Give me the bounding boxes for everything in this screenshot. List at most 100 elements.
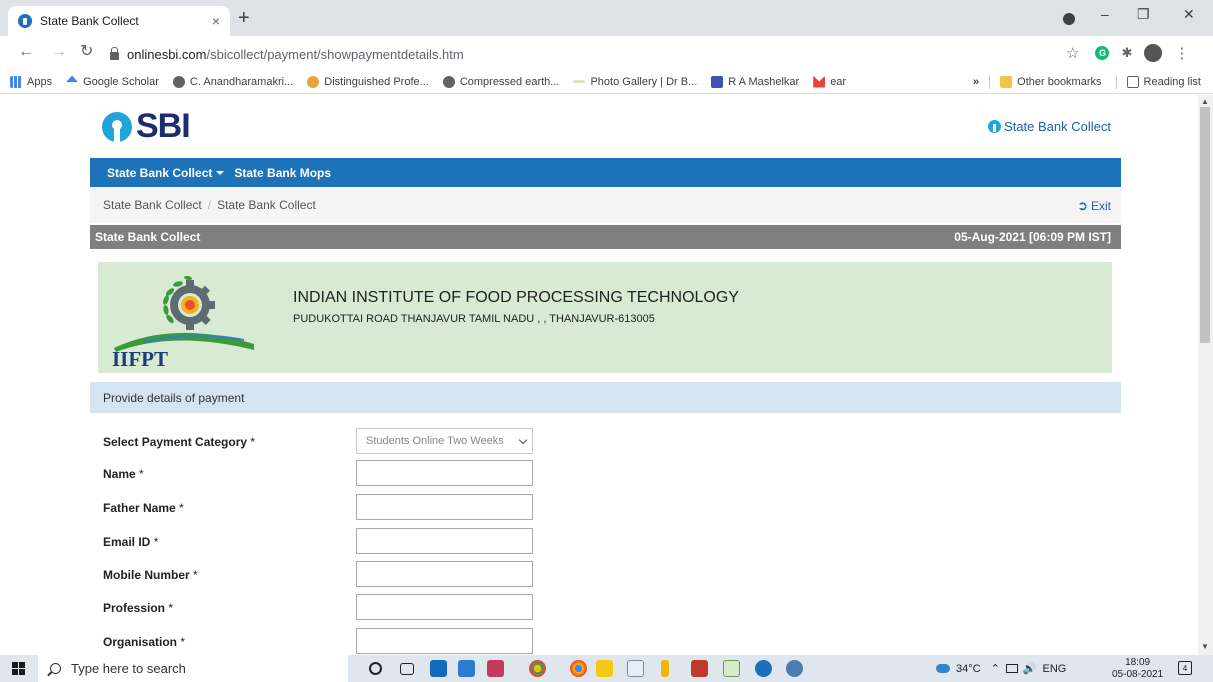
minimize-icon[interactable]: –	[1101, 6, 1109, 22]
form-row-category: Select Payment Category * Students Onlin…	[90, 428, 690, 454]
name-field[interactable]	[356, 460, 533, 486]
bookmark-anandharamakri[interactable]: C. Anandharamakri...	[172, 75, 293, 88]
sticky-notes-icon[interactable]	[596, 660, 613, 677]
system-tray: 34°C ⌃ 🔊 ENG	[936, 655, 1066, 682]
gmail-icon	[813, 75, 826, 88]
breadcrumb-item[interactable]: State Bank Collect	[103, 198, 202, 212]
name-label: Name *	[103, 467, 144, 481]
clock-time: 18:09	[1125, 657, 1151, 668]
bookmark-google-scholar[interactable]: Google Scholar	[66, 75, 159, 88]
filezilla-icon[interactable]	[691, 660, 708, 677]
bookmark-star-icon[interactable]: ☆	[1066, 44, 1079, 62]
reload-icon[interactable]: ↻	[80, 44, 93, 60]
file-explorer-icon[interactable]	[661, 660, 669, 677]
payment-category-label: Select Payment Category *	[103, 435, 256, 449]
task-view-icon[interactable]	[400, 663, 414, 675]
form-row-mobile: Mobile Number *	[90, 561, 690, 587]
store-icon[interactable]	[458, 660, 475, 677]
bookmark-apps[interactable]: Apps	[10, 75, 52, 88]
site-icon	[711, 75, 724, 88]
reading-list[interactable]: Reading list	[1126, 76, 1201, 88]
bookmark-ear[interactable]: ear	[813, 75, 846, 88]
organisation-field[interactable]	[356, 628, 533, 654]
new-tab-button[interactable]: +	[238, 8, 250, 28]
language-indicator[interactable]: ENG	[1043, 663, 1067, 675]
institute-name: INDIAN INSTITUTE OF FOOD PROCESSING TECH…	[293, 289, 739, 306]
network-icon[interactable]	[1005, 664, 1018, 673]
scholar-cap-icon	[66, 75, 79, 83]
sbi-logo[interactable]: SBI	[102, 107, 191, 146]
taskbar-search-box[interactable]: Type here to search	[38, 655, 348, 682]
forward-icon[interactable]: →	[51, 44, 67, 60]
panel-datetime: 05-Aug-2021 [06:09 PM IST]	[954, 230, 1111, 244]
weather-cloud-icon	[936, 664, 950, 673]
volume-icon[interactable]: 🔊	[1023, 662, 1037, 675]
main-navbar: State Bank Collect State Bank Mops	[90, 158, 1121, 187]
father-name-field[interactable]	[356, 494, 533, 520]
profession-label: Profession *	[103, 601, 174, 615]
cortana-icon[interactable]	[369, 662, 382, 675]
menu-kebab-icon[interactable]: ⋮	[1174, 44, 1189, 62]
exit-link[interactable]: ➲ Exit	[1077, 198, 1111, 214]
iifpt-logo-text: IIFPT	[112, 347, 168, 370]
grammarly-extension-icon[interactable]: G	[1095, 46, 1110, 60]
bookmark-compressed-earth[interactable]: Compressed earth...	[442, 75, 559, 88]
bookmark-distinguished[interactable]: Distinguished Profe...	[307, 75, 429, 88]
form-row-name: Name *	[90, 460, 690, 486]
browser-tab[interactable]: State Bank Collect ×	[8, 6, 230, 36]
scrollbar-thumb[interactable]	[1200, 107, 1210, 343]
sign-out-icon: ➲	[1077, 198, 1088, 213]
bookmarks-overflow-button[interactable]: »	[973, 76, 979, 88]
scroll-up-icon[interactable]: ▲	[1201, 97, 1209, 106]
panel-title: State Bank Collect	[95, 230, 201, 244]
other-bookmarks[interactable]: Other bookmarks	[1000, 76, 1102, 88]
back-icon[interactable]: ←	[18, 44, 34, 60]
address-bar[interactable]: onlinesbi.com/sbicollect/payment/showpay…	[110, 44, 464, 64]
sbi-keyhole-icon	[988, 120, 1002, 133]
apps-grid-icon	[10, 75, 22, 88]
close-window-icon[interactable]: ✕	[1183, 6, 1195, 23]
notification-center-icon[interactable]: 4	[1178, 661, 1192, 675]
document-icon[interactable]	[627, 660, 644, 677]
tab-search-icon[interactable]	[1063, 13, 1075, 25]
site-icon	[573, 80, 586, 83]
weather-temperature[interactable]: 34°C	[956, 663, 981, 675]
windows-start-icon[interactable]	[12, 662, 25, 675]
lock-icon[interactable]	[110, 46, 119, 60]
chrome-icon[interactable]	[570, 660, 587, 677]
globe-icon	[172, 75, 185, 88]
extensions-puzzle-icon[interactable]: ✱	[1121, 45, 1132, 61]
mail-icon[interactable]	[430, 660, 447, 677]
search-icon	[50, 663, 61, 674]
folder-icon	[1000, 76, 1013, 88]
form-row-organisation: Organisation *	[90, 628, 690, 654]
restore-icon[interactable]: ❐	[1137, 6, 1150, 23]
payment-category-select[interactable]: Students Online Two Weeks	[356, 428, 533, 454]
nav-state-bank-mops[interactable]: State Bank Mops	[234, 166, 331, 180]
app-icon[interactable]	[755, 660, 772, 677]
image-viewer-icon[interactable]	[723, 660, 740, 677]
chrome-icon[interactable]	[529, 660, 546, 677]
mendeley-icon[interactable]	[487, 660, 504, 677]
globe-icon	[442, 75, 455, 88]
taskbar-clock[interactable]: 18:09 05-08-2021	[1112, 657, 1163, 681]
page-scrollbar[interactable]: ▲ ▼	[1198, 95, 1213, 655]
breadcrumb: State Bank Collect / State Bank Collect …	[90, 187, 1121, 223]
paint-icon[interactable]	[786, 660, 803, 677]
profile-avatar[interactable]	[1144, 44, 1163, 62]
mobile-number-field[interactable]	[356, 561, 533, 587]
nav-state-bank-collect[interactable]: State Bank Collect	[107, 166, 225, 180]
toolbar-actions: ☆ G ✱ ⋮	[1066, 43, 1189, 63]
father-name-label: Father Name *	[103, 501, 184, 515]
tray-chevron-up-icon[interactable]: ⌃	[991, 662, 1000, 675]
email-field[interactable]	[356, 528, 533, 554]
profession-field[interactable]	[356, 594, 533, 620]
tab-close-button[interactable]: ×	[212, 13, 220, 29]
scroll-down-icon[interactable]: ▼	[1201, 642, 1209, 651]
mobile-label: Mobile Number *	[103, 568, 198, 582]
bookmark-mashelkar[interactable]: R A Mashelkar	[711, 75, 799, 88]
bookmark-photo-gallery[interactable]: Photo Gallery | Dr B...	[573, 76, 697, 88]
sbi-favicon-icon	[18, 14, 32, 28]
reading-list-icon	[1126, 76, 1139, 88]
section-title: Provide details of payment	[90, 382, 1121, 413]
